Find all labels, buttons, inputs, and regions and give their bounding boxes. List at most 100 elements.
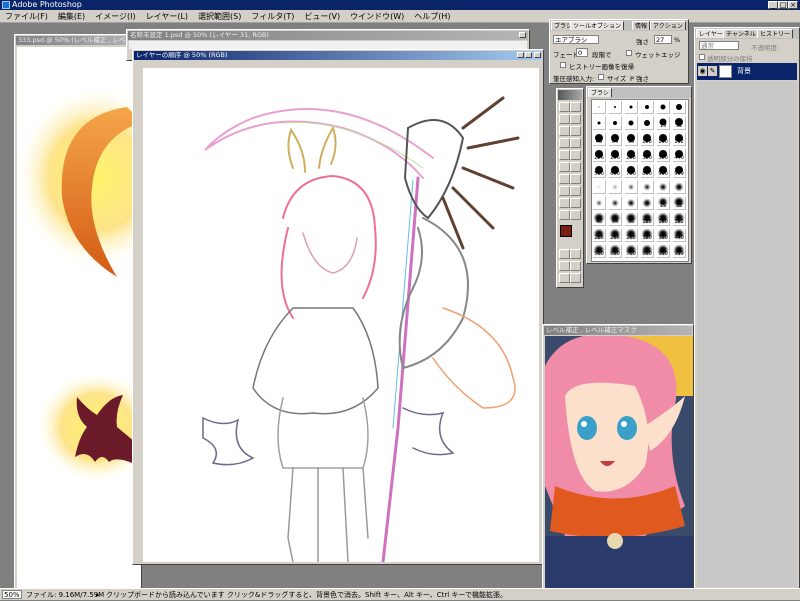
history-brush-tool[interactable] [570,138,581,148]
marquee-tool[interactable] [559,102,570,112]
brush-preset[interactable] [593,197,606,210]
brush-preset[interactable] [641,197,654,210]
brush-preset[interactable]: 226 [593,149,606,162]
brush-preset[interactable]: 32 [673,117,686,130]
eye-icon[interactable]: ◉ [698,66,707,76]
pen-tool[interactable] [559,174,570,184]
brush-preset[interactable]: 96 [625,213,638,226]
preview-canvas[interactable] [545,336,693,588]
menu-window[interactable]: ウインドウ(W) [345,10,409,23]
hand-tool[interactable] [559,210,570,220]
menu-view[interactable]: ビュー(V) [299,10,345,23]
tab-info[interactable]: 情報 [632,21,651,30]
document-middle-titlebar[interactable]: 名称未設定 1.psd @ 50% (レイヤー 31, RGB) [128,31,528,40]
brush-preset[interactable] [657,181,670,194]
brush-preset[interactable]: 19 [657,117,670,130]
brush-preset[interactable]: 900 [657,245,670,258]
tab-history[interactable]: ヒストリー [757,29,794,38]
document-front-maximize[interactable] [525,52,532,58]
document-window-front[interactable]: レイヤーの順序 @ 50% (RGB) [132,49,544,565]
history-checkbox[interactable] [560,62,566,68]
brushes-palette[interactable]: ブラシ 19 32 48 64 96 128 160 192 226 256 288 320 380 44… [586,86,692,264]
dodge-tool[interactable] [570,162,581,172]
brush-preset[interactable]: 440 [673,149,686,162]
move-tool[interactable] [570,102,581,112]
fullscreen-mode-button[interactable] [570,261,581,271]
toolbox-header[interactable] [558,90,582,100]
measure-tool[interactable] [559,186,570,196]
brush-preset[interactable]: 32 [673,197,686,210]
close-button[interactable]: × [788,1,798,9]
brush-preset[interactable] [593,117,606,130]
brush-preset[interactable]: 999 [673,165,686,178]
tab-tool-options[interactable]: ツールオプション [570,21,625,30]
brush-preset[interactable] [641,117,654,130]
document-back-titlebar[interactable]: 333.psd @ 50% (レベル補正 , レベル補正マスク) [16,36,140,45]
brushes-tab[interactable]: ブラシ [588,88,612,97]
eraser-tool[interactable] [559,150,570,160]
status-zoom-field[interactable]: 50% [2,590,22,599]
brush-preset[interactable]: 320 [641,149,654,162]
brush-preset[interactable]: 700 [625,165,638,178]
type-tool[interactable] [570,174,581,184]
brush-preset[interactable] [593,181,606,194]
brush-preset[interactable]: 160 [657,133,670,146]
brush-preset[interactable]: 256 [609,149,622,162]
brush-preset[interactable]: 128 [641,133,654,146]
brush-preset[interactable]: 600 [609,165,622,178]
brush-preset[interactable]: 999 [673,245,686,258]
brush-preset[interactable] [609,197,622,210]
brush-preset[interactable]: 800 [641,165,654,178]
preserve-transparency-checkbox[interactable] [699,54,705,60]
eyedropper-tool[interactable] [570,198,581,208]
brush-preset[interactable] [609,181,622,194]
brush-preset[interactable] [657,101,670,114]
menu-help[interactable]: ヘルプ(H) [409,10,455,23]
menu-layer[interactable]: レイヤー(L) [141,10,193,23]
brush-preset[interactable]: 320 [641,229,654,242]
document-back-canvas[interactable] [17,47,141,588]
brush-preset[interactable]: 288 [625,149,638,162]
fade-input[interactable]: 0 [576,48,588,57]
brush-preset[interactable]: 380 [657,149,670,162]
airbrush-tool[interactable] [559,126,570,136]
brush-preset[interactable]: 19 [657,197,670,210]
document-front-minimize[interactable] [517,52,524,58]
document-front-close[interactable] [534,52,541,58]
foreground-color-swatch[interactable] [560,225,572,237]
tab-channels[interactable]: チャンネル [723,29,759,38]
brush-preset[interactable]: 96 [625,133,638,146]
wet-edge-checkbox[interactable] [626,50,632,56]
brush-preset[interactable]: 700 [625,245,638,258]
standard-mode-button[interactable] [570,249,581,259]
brush-preset[interactable] [625,101,638,114]
blur-tool[interactable] [559,162,570,172]
layers-palette[interactable]: レイヤー チャンネル ヒストリー 通常 不透明度: 透明部分の保持 ◉ ✎ 背景 [694,27,800,589]
lasso-tool[interactable] [559,114,570,124]
paintbrush-tool[interactable] [570,126,581,136]
maximize-button[interactable]: □ [778,1,788,9]
brush-preset[interactable]: 64 [609,213,622,226]
brush-preset[interactable]: 800 [641,245,654,258]
document-front-canvas[interactable] [143,68,539,562]
menu-image[interactable]: イメージ(I) [90,10,140,23]
brush-mode-select[interactable]: エアブラシ [553,35,599,44]
menu-select[interactable]: 選択範囲(S) [193,10,246,23]
status-menu-arrow[interactable]: ▸ [96,589,100,601]
minimize-button[interactable]: _ [768,1,778,9]
brush-preset[interactable] [673,181,686,194]
jump-to-button[interactable] [570,273,581,283]
brush-preset[interactable]: 160 [657,213,670,226]
brush-preset[interactable] [625,197,638,210]
tab-actions[interactable]: アクション [650,21,686,30]
brush-preset[interactable]: 256 [609,229,622,242]
brush-preset[interactable] [625,181,638,194]
brush-preset[interactable]: 900 [657,165,670,178]
magic-wand-tool[interactable] [570,114,581,124]
brush-preset[interactable]: 128 [641,213,654,226]
brush-preset[interactable] [641,181,654,194]
preview-window[interactable]: レベル補正 , レベル補正マスク [542,324,694,589]
brush-preset[interactable]: 288 [625,229,638,242]
brush-preset[interactable]: 500 [593,245,606,258]
brush-preset[interactable]: 380 [657,229,670,242]
